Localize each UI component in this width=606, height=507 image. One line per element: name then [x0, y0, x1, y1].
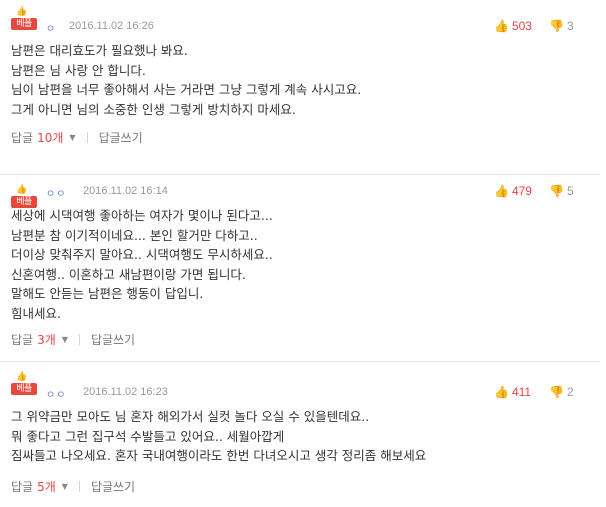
caret-down-icon: ▼ — [69, 133, 76, 142]
like-button[interactable]: 👍 479 — [494, 184, 532, 198]
like-button[interactable]: 👍 411 — [494, 385, 531, 399]
like-count: 503 — [511, 19, 532, 33]
reply-count: 10개 — [37, 131, 64, 145]
comment-line: 남편분 참 이기적이네요... 본인 할거만 다하고.. — [11, 227, 258, 243]
comment-date: 2016.11.02 16:23 — [83, 386, 168, 398]
divider — [78, 481, 80, 492]
comment-item: 👍 베플 ㅇ 2016.11.02 16:26 👍 503 👎 3 남편은 대리… — [0, 0, 606, 174]
thumbs-down-icon: 👎 — [549, 385, 564, 399]
best-label: 베플 — [11, 18, 37, 30]
thumbs-up-icon: 👍 — [494, 385, 509, 399]
comment-line: 뭐 좋다고 그런 집구석 수발들고 있어요.. 세월아깝게 — [11, 428, 285, 444]
thumbs-down-icon: 👎 — [549, 19, 564, 33]
dislike-button[interactable]: 👎 3 — [549, 19, 574, 33]
divider — [86, 132, 88, 143]
comment-actions: 답글 5개 ▼ 답글쓰기 — [11, 478, 135, 495]
reply-label: 답글 — [11, 131, 34, 145]
comment-line: 짐싸들고 나오세요. 혼자 국내여행이라도 한번 다녀오시고 생각 정리좀 해보… — [11, 448, 427, 463]
write-reply-button[interactable]: 답글쓰기 — [91, 331, 135, 348]
comment-line: 남편은 님 사랑 안 합니다. — [11, 62, 146, 78]
comment-item: 👍 베플 ㅇㅇ 2016.11.02 16:23 👍 411 👎 2 그 위약금… — [0, 362, 606, 507]
comment-author[interactable]: ㅇㅇ — [46, 185, 66, 200]
comment-line: 더이상 맞춰주지 말아요.. 시댁여행도 무시하세요.. — [11, 247, 273, 262]
comment-item: 👍 베플 ㅇㅇ 2016.11.02 16:14 👍 479 👎 5 세상에 시… — [0, 175, 606, 361]
comment-line: 그게 아니면 님의 소중한 인생 그렇게 방치하지 마세요. — [11, 101, 296, 117]
reply-count: 3개 — [37, 333, 56, 347]
thumbs-up-badge-icon: 👍 — [16, 185, 28, 195]
comment-author[interactable]: ㅇ — [46, 20, 56, 35]
comment-line: 남편은 대리효도가 필요했나 봐요. — [11, 43, 188, 58]
comment-line: 말해도 안듣는 남편은 행동이 답입니. — [11, 286, 204, 301]
caret-down-icon: ▼ — [61, 335, 68, 344]
reply-toggle[interactable]: 답글 10개 ▼ — [11, 129, 76, 146]
comment-body: 세상에 시댁여행 좋아하는 여자가 몇이나 된다고... 남편분 참 이기적이네… — [11, 206, 273, 323]
caret-down-icon: ▼ — [61, 482, 68, 491]
thumbs-up-badge-icon: 👍 — [16, 7, 28, 17]
dislike-button[interactable]: 👎 5 — [549, 184, 574, 198]
comment-actions: 답글 3개 ▼ 답글쓰기 — [11, 331, 135, 348]
divider — [78, 334, 80, 345]
comment-line: 힘내세요. — [11, 305, 61, 321]
comment-body: 남편은 대리효도가 필요했나 봐요. 남편은 님 사랑 안 합니다. 님이 남편… — [11, 41, 361, 119]
thumbs-up-icon: 👍 — [494, 184, 509, 198]
dislike-count: 5 — [566, 184, 574, 198]
reply-toggle[interactable]: 답글 3개 ▼ — [11, 331, 68, 348]
comment-line: 님이 남편을 너무 좋아해서 사는 거라면 그냥 그렇게 계속 사시고요. — [11, 82, 362, 97]
comment-line: 그 위약금만 모아도 님 혼자 해외가서 실컷 놀다 오실 수 있을텐데요.. — [11, 409, 370, 424]
reply-label: 답글 — [11, 333, 34, 347]
best-comment-badge: 👍 베플 — [11, 7, 37, 31]
reply-toggle[interactable]: 답글 5개 ▼ — [11, 478, 68, 495]
best-comment-badge: 👍 베플 — [11, 372, 37, 396]
like-button[interactable]: 👍 503 — [494, 19, 532, 33]
reply-label: 답글 — [11, 480, 34, 494]
comment-line: 세상에 시댁여행 좋아하는 여자가 몇이나 된다고... — [11, 208, 273, 223]
write-reply-button[interactable]: 답글쓰기 — [91, 478, 135, 495]
best-label: 베플 — [11, 383, 37, 395]
comment-author[interactable]: ㅇㅇ — [46, 386, 66, 401]
like-count: 411 — [511, 385, 532, 399]
dislike-count: 3 — [566, 19, 574, 33]
comment-date: 2016.11.02 16:14 — [83, 185, 168, 197]
dislike-count: 2 — [566, 385, 574, 399]
comment-date: 2016.11.02 16:26 — [69, 20, 154, 32]
comment-actions: 답글 10개 ▼ 답글쓰기 — [11, 129, 143, 146]
dislike-button[interactable]: 👎 2 — [549, 385, 574, 399]
thumbs-up-badge-icon: 👍 — [16, 372, 28, 382]
like-count: 479 — [511, 184, 532, 198]
thumbs-up-icon: 👍 — [494, 19, 509, 33]
comment-line: 신혼여행.. 이혼하고 새남편이랑 가면 됩니다. — [11, 266, 246, 282]
reply-count: 5개 — [37, 480, 56, 494]
comment-body: 그 위약금만 모아도 님 혼자 해외가서 실컷 놀다 오실 수 있을텐데요.. … — [11, 407, 426, 466]
thumbs-down-icon: 👎 — [549, 184, 564, 198]
write-reply-button[interactable]: 답글쓰기 — [99, 129, 143, 146]
